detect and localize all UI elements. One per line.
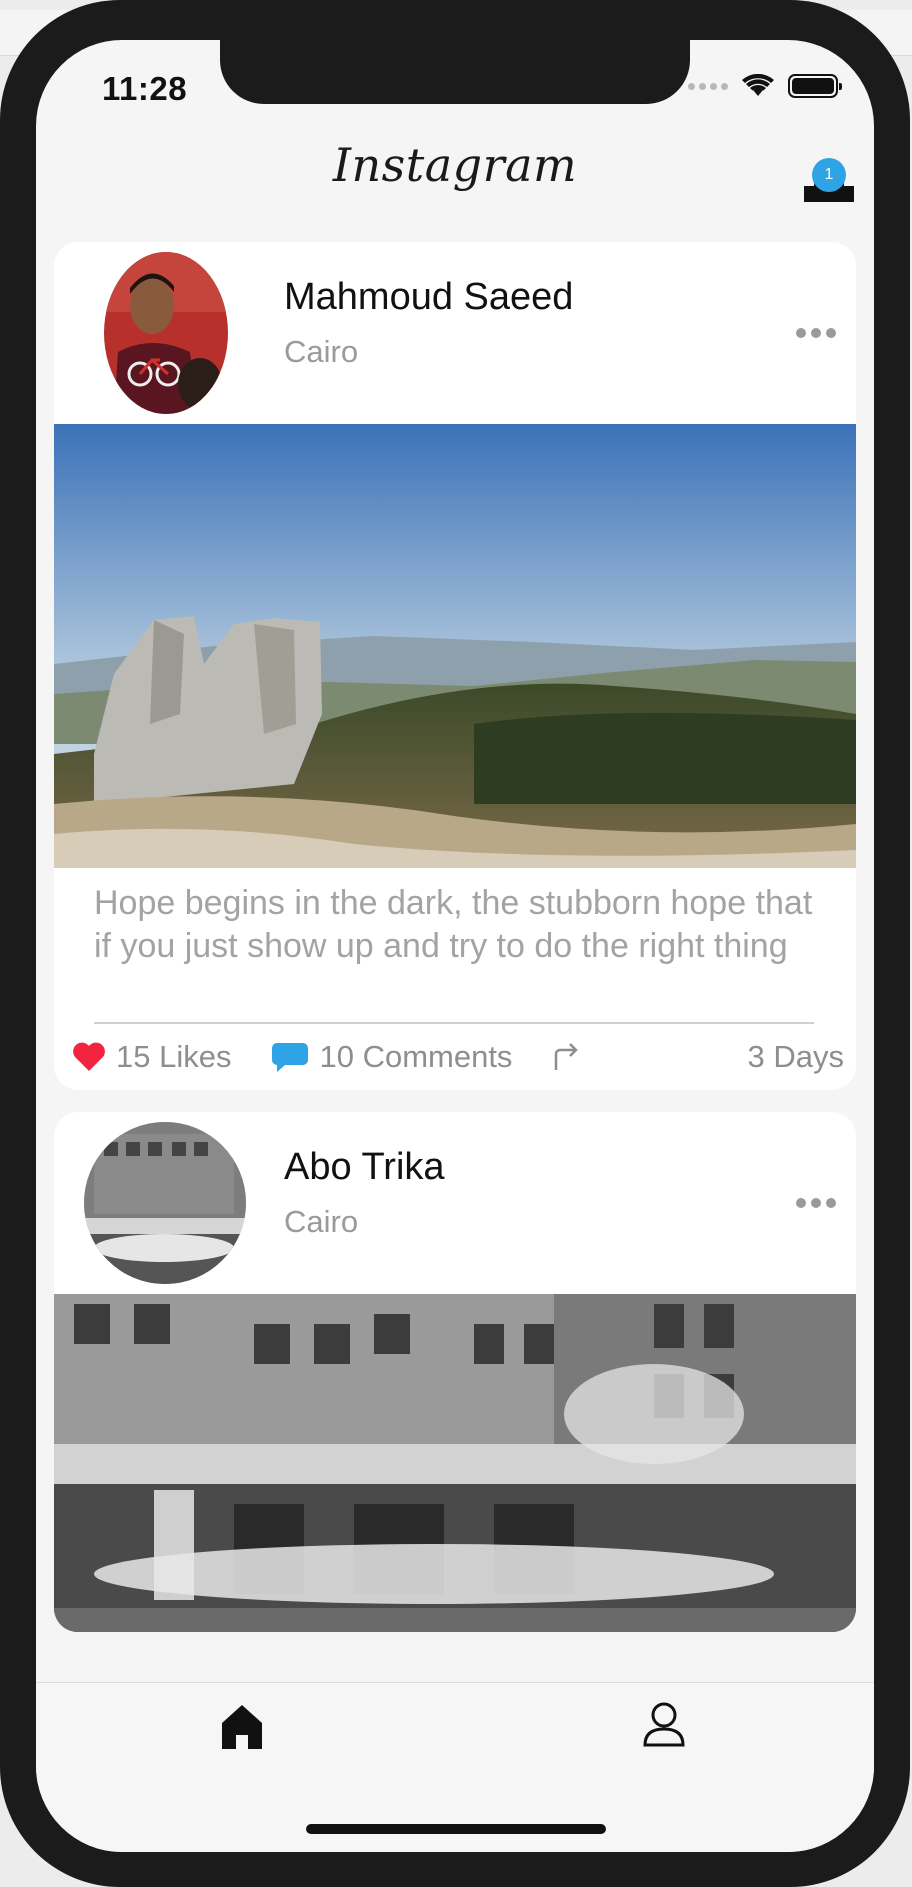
post-image[interactable] — [54, 1294, 856, 1632]
post-caption: Hope begins in the dark, the stubborn ho… — [94, 884, 813, 965]
tab-home[interactable] — [220, 1703, 264, 1751]
share-icon — [555, 1043, 579, 1070]
status-icons — [688, 74, 842, 98]
notification-badge: 1 — [812, 158, 846, 192]
home-indicator — [306, 1824, 606, 1834]
user-name[interactable]: Abo Trika — [284, 1146, 445, 1189]
heart-icon — [73, 1042, 105, 1071]
user-location: Cairo — [284, 1204, 359, 1239]
post-card: Abo Trika Cairo — [54, 1112, 856, 1632]
more-options-icon[interactable] — [796, 328, 836, 338]
notch — [220, 40, 690, 104]
post-age: 3 Days — [747, 1039, 844, 1074]
comment-icon — [272, 1043, 309, 1072]
tab-profile[interactable] — [642, 1701, 686, 1749]
post-image[interactable] — [54, 424, 856, 868]
user-name[interactable]: Mahmoud Saeed — [284, 276, 573, 319]
comments-count: 10 Comments — [319, 1039, 513, 1074]
notification-button[interactable]: 1 — [804, 158, 854, 202]
like-button[interactable]: 15 Likes — [72, 1039, 231, 1075]
share-button[interactable] — [552, 1042, 580, 1072]
app-logo: Instagram — [332, 138, 578, 192]
likes-count: 15 Likes — [116, 1039, 232, 1074]
phone-screen: 11:28 Instagram 1 Mahmoud Saeed Cairo Ho… — [36, 40, 874, 1852]
status-time: 11:28 — [102, 70, 188, 107]
wifi-icon — [742, 74, 774, 96]
avatar[interactable] — [104, 252, 228, 414]
phone-frame: 11:28 Instagram 1 Mahmoud Saeed Cairo Ho… — [0, 0, 910, 1887]
more-options-icon[interactable] — [796, 1198, 836, 1208]
user-location: Cairo — [284, 334, 359, 369]
battery-icon — [788, 74, 842, 98]
post-actions: 15 Likes 10 Comments 3 Days — [72, 1034, 844, 1080]
divider — [94, 1022, 814, 1024]
comments-button[interactable]: 10 Comments — [271, 1039, 512, 1075]
avatar[interactable] — [84, 1122, 246, 1284]
profile-icon — [643, 1702, 685, 1747]
home-icon — [222, 1705, 262, 1749]
post-card: Mahmoud Saeed Cairo Hope begins in the d… — [54, 242, 856, 1090]
signal-icon — [688, 82, 728, 90]
